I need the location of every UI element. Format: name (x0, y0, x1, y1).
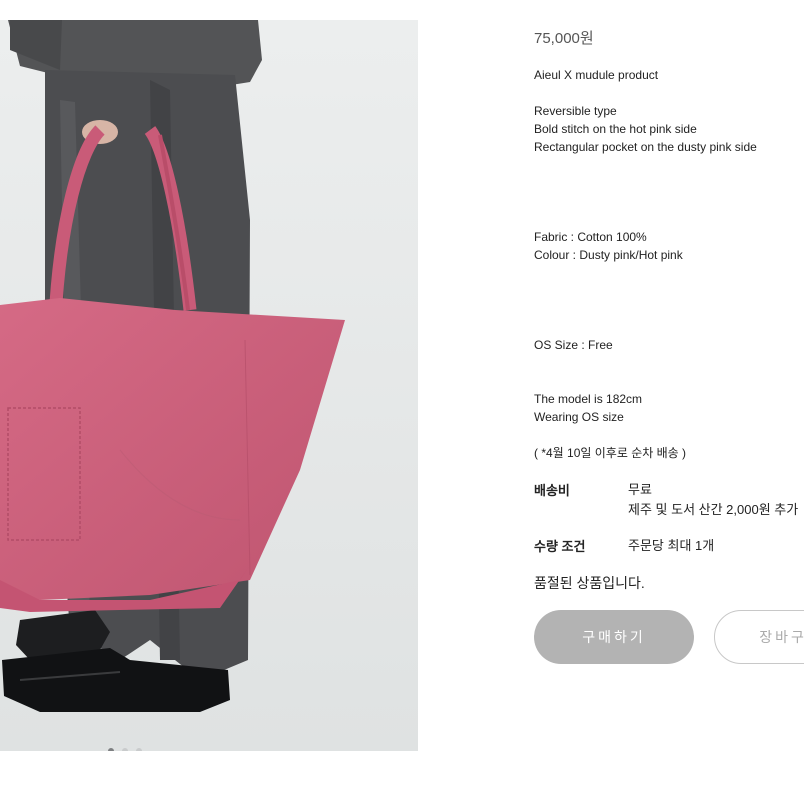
shipping-fee-extra: 제주 및 도서 산간 2,000원 추가 (628, 502, 799, 517)
product-photo-illustration (0, 20, 418, 751)
shipping-fee-value: 무료 (628, 482, 652, 497)
feature-reversible: Reversible type (534, 104, 617, 118)
colour-text: Colour : Dusty pink/Hot pink (534, 248, 683, 262)
product-price: 75,000원 (534, 30, 594, 47)
model-height-text: The model is 182cm (534, 392, 643, 406)
size-text: OS Size : Free (534, 338, 613, 352)
shipping-schedule-note: ( *4월 10일 이후로 순차 배송 ) (534, 446, 687, 460)
feature-stitch: Bold stitch on the hot pink side (534, 122, 697, 136)
collab-text: Aieul X mudule product (534, 68, 659, 82)
quantity-label: 수량 조건 (534, 539, 586, 554)
quantity-row: 수량 조건 주문당 최대 1개 (534, 536, 804, 558)
buy-button[interactable]: 구매하기 (534, 610, 694, 664)
sold-out-message: 품절된 상품입니다. (534, 575, 645, 591)
shipping-fee-label: 배송비 (534, 483, 570, 498)
feature-pocket: Rectangular pocket on the dusty pink sid… (534, 140, 757, 154)
add-to-cart-button[interactable]: 장바구니에 (714, 610, 804, 664)
gallery-dot-2[interactable] (122, 748, 128, 751)
fabric-text: Fabric : Cotton 100% (534, 230, 647, 244)
product-info: 75,000원 Aieul X mudule product Reversibl… (534, 0, 804, 804)
shipping-fee-row: 배송비 무료 제주 및 도서 산간 2,000원 추가 (534, 480, 804, 524)
product-image[interactable] (0, 20, 418, 751)
gallery-dot-1[interactable] (108, 748, 114, 751)
gallery-pagination (108, 748, 142, 751)
model-size-text: Wearing OS size (534, 410, 624, 424)
gallery-dot-3[interactable] (136, 748, 142, 751)
quantity-value: 주문당 최대 1개 (628, 538, 715, 553)
